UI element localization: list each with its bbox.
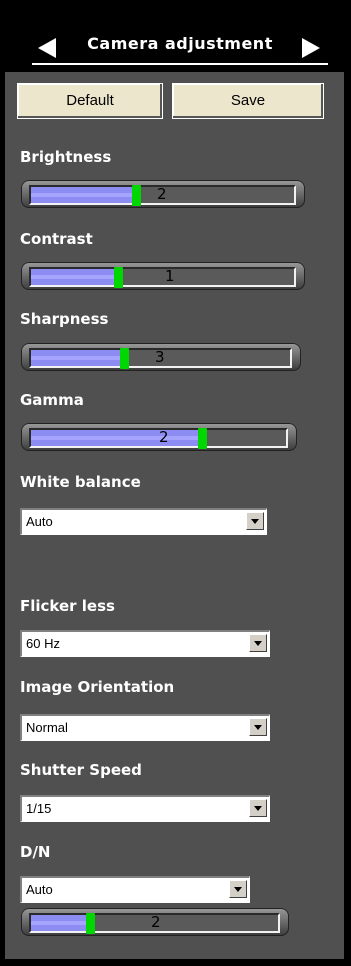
slider-fill [31, 915, 90, 931]
gamma-slider[interactable]: 2 [21, 423, 297, 451]
slider-track: 2 [29, 913, 280, 934]
brightness-value: 2 [157, 185, 167, 203]
slider-thumb[interactable] [86, 913, 95, 934]
header-bar: Camera adjustment [0, 0, 351, 72]
dropdown-arrow-icon[interactable] [249, 634, 267, 652]
slider-track: 3 [29, 348, 292, 369]
slider-track: 2 [29, 428, 288, 449]
white-balance-label: White balance [20, 473, 141, 491]
dropdown-arrow-icon[interactable] [229, 880, 247, 898]
dn-slider[interactable]: 2 [21, 908, 289, 936]
slider-thumb[interactable] [132, 185, 141, 206]
shutter-speed-label: Shutter Speed [20, 761, 142, 779]
panel-title: Camera adjustment [87, 34, 273, 53]
shutter-speed-select[interactable]: 1/15 [20, 795, 270, 822]
slider-thumb[interactable] [198, 428, 207, 449]
dropdown-arrow-icon[interactable] [249, 799, 267, 817]
dropdown-arrow-icon[interactable] [246, 512, 264, 530]
contrast-label: Contrast [20, 230, 93, 248]
flicker-less-select[interactable]: 60 Hz [20, 630, 270, 657]
shutter-speed-value: 1/15 [26, 801, 52, 816]
dn-label: D/N [20, 843, 51, 861]
brightness-slider[interactable]: 2 [21, 180, 305, 208]
slider-thumb[interactable] [120, 348, 129, 369]
default-button[interactable]: Default [17, 83, 163, 119]
gamma-value: 2 [159, 428, 169, 446]
flicker-less-label: Flicker less [20, 597, 115, 615]
gamma-label: Gamma [20, 391, 84, 409]
slider-track: 1 [29, 267, 296, 288]
image-orientation-select[interactable]: Normal [20, 714, 270, 741]
slider-fill [31, 269, 118, 285]
dropdown-arrow-icon[interactable] [249, 718, 267, 736]
dn-select[interactable]: Auto [20, 876, 250, 903]
slider-fill [31, 187, 136, 203]
brightness-label: Brightness [20, 148, 112, 166]
save-button[interactable]: Save [172, 83, 324, 119]
sharpness-value: 3 [155, 348, 165, 366]
image-orientation-label: Image Orientation [20, 678, 175, 696]
white-balance-value: Auto [26, 514, 53, 529]
right-arrow-icon[interactable] [302, 38, 320, 58]
slider-fill [31, 430, 202, 446]
camera-adjustment-panel: Camera adjustment Default Save Brightnes… [0, 0, 351, 966]
sharpness-label: Sharpness [20, 310, 109, 328]
flicker-less-value: 60 Hz [26, 636, 60, 651]
contrast-slider[interactable]: 1 [21, 262, 305, 290]
image-orientation-value: Normal [26, 720, 68, 735]
title-underline [32, 63, 328, 65]
sharpness-slider[interactable]: 3 [21, 343, 301, 371]
dn-value: Auto [26, 882, 53, 897]
slider-track: 2 [29, 185, 296, 206]
left-arrow-icon[interactable] [38, 38, 56, 58]
white-balance-select[interactable]: Auto [20, 508, 267, 535]
contrast-value: 1 [165, 267, 175, 285]
slider-thumb[interactable] [114, 267, 123, 288]
slider-fill [31, 350, 124, 366]
dn-slider-value: 2 [151, 913, 161, 931]
